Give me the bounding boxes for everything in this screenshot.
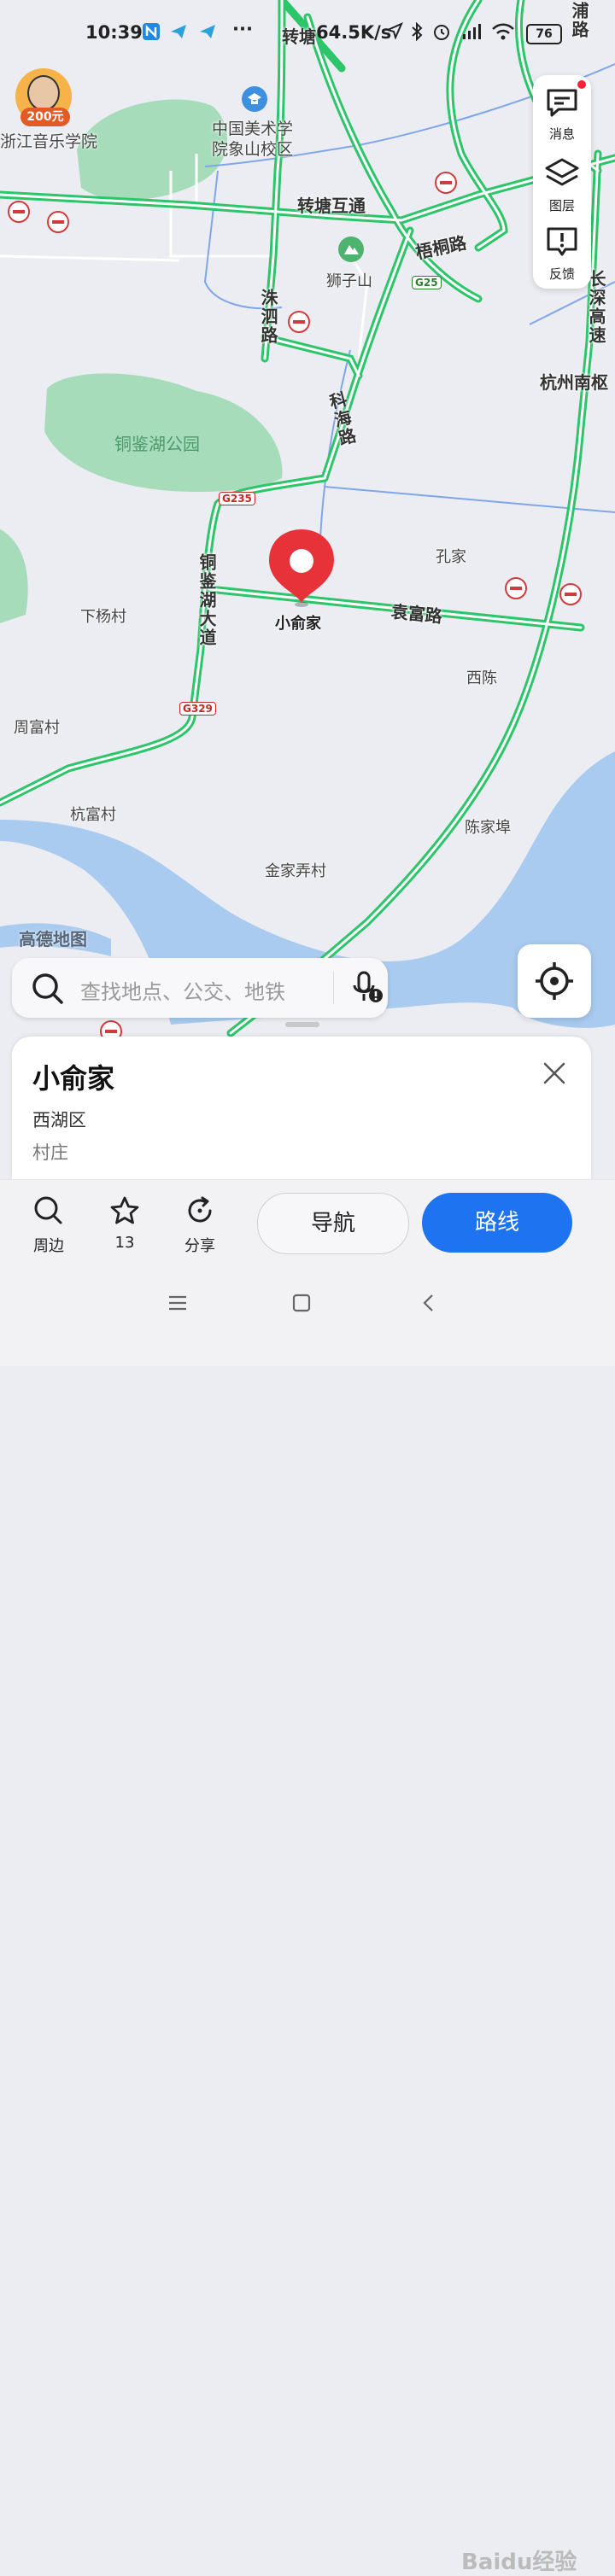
battery-icon: 76: [526, 24, 562, 44]
map-label-jinjianong: 金家弄村: [265, 862, 326, 880]
place-district: 西湖区: [32, 1110, 86, 1130]
favorite-button[interactable]: 13: [95, 1195, 155, 1252]
telegram-icon: [198, 22, 217, 45]
mountain-poi-icon: [338, 237, 364, 262]
star-icon: [95, 1195, 155, 1230]
more-notifications-icon: ···: [232, 19, 253, 39]
layers-label: 图层: [548, 198, 575, 213]
share-icon: [170, 1195, 230, 1230]
shield-g329: G329: [179, 702, 216, 716]
telegram-icon: [169, 22, 188, 45]
home-icon[interactable]: [291, 1293, 312, 1313]
location-arrow-icon: [385, 22, 403, 44]
menu-icon[interactable]: [167, 1293, 188, 1313]
bluetooth-icon: [410, 21, 424, 45]
messages-label: 消息: [548, 126, 575, 142]
amap-logo: 高德地图: [19, 929, 87, 949]
favorite-count: 13: [114, 1234, 135, 1252]
map-label-yuanfu-road: 袁富路: [390, 600, 443, 628]
shield-g25: G25: [412, 276, 442, 289]
park-area: [77, 99, 228, 201]
watermark: Baidu经验: [461, 2550, 577, 2575]
back-icon[interactable]: [419, 1293, 439, 1313]
message-icon: [533, 87, 591, 121]
avatar: [27, 75, 60, 111]
search-bar[interactable]: 查找地点、公交、地铁: [12, 958, 388, 1018]
park-area: [0, 529, 28, 623]
map-label-xiyang: 下杨村: [80, 608, 126, 626]
status-time: 10:39: [85, 22, 143, 43]
divider: [333, 972, 334, 1004]
drag-handle[interactable]: [285, 1022, 319, 1027]
map-label-kongjia: 孔家: [436, 548, 466, 566]
search-icon: [32, 973, 63, 1004]
map-label-park: 铜鉴湖公园: [114, 434, 200, 454]
layers-button[interactable]: 图层: [533, 157, 591, 214]
map-label-xichen: 西陈: [466, 669, 497, 687]
search-icon: [19, 1195, 79, 1230]
shield-g235: G235: [219, 492, 255, 505]
map-label-school: 院象山校区: [212, 140, 294, 159]
map-label-school: 中国美术学: [212, 120, 294, 138]
promo-avatar[interactable]: 200元: [15, 68, 72, 126]
search-input[interactable]: 查找地点、公交、地铁: [80, 975, 285, 1005]
navigate-button[interactable]: 导航: [257, 1193, 409, 1254]
nearby-label: 周边: [33, 1237, 64, 1255]
map-label-interchange: 转塘互通: [297, 196, 366, 216]
feedback-icon: [533, 225, 591, 261]
share-button[interactable]: 分享: [170, 1195, 230, 1256]
route-button[interactable]: 路线: [422, 1193, 572, 1253]
feedback-label: 反馈: [548, 266, 575, 282]
alarm-icon: [432, 22, 451, 45]
crosshair-icon: [536, 962, 573, 1000]
map-label-zhusi-road: 洙泗路: [258, 289, 278, 345]
feedback-button[interactable]: 反馈: [533, 225, 591, 283]
signal-icon: [460, 22, 483, 45]
voice-search-icon[interactable]: [350, 970, 384, 1006]
map-label-tongjian-avenue: 铜鉴湖大道: [196, 553, 217, 647]
pin-label: 小俞家: [275, 615, 321, 633]
map-label-hangfu: 杭富村: [70, 806, 116, 824]
nearby-button[interactable]: 周边: [19, 1195, 79, 1256]
map-label-hangzhou-south: 杭州南枢: [540, 372, 608, 393]
wifi-icon: [490, 22, 516, 45]
network-speed: 64.5K/s: [316, 22, 392, 43]
map-tools-panel: 消息 图层 反馈: [533, 75, 591, 289]
promo-badge: 200元: [20, 108, 70, 126]
messages-button[interactable]: 消息: [533, 87, 591, 143]
status-bar: 10:39 ··· 64.5K/s 76: [0, 19, 615, 53]
map-label-chenjiabu: 陈家埠: [465, 819, 511, 837]
locate-me-button[interactable]: [518, 944, 591, 1018]
map-label-music-school: 浙江音乐学院: [0, 132, 98, 151]
place-category: 村庄: [32, 1142, 68, 1163]
place-name: 小俞家: [32, 1062, 115, 1095]
system-nav-bar: Baidu经验: [0, 1267, 615, 2575]
close-icon[interactable]: [542, 1060, 567, 1086]
app-notification-icon: [142, 22, 161, 45]
share-label: 分享: [184, 1237, 215, 1255]
layers-icon: [533, 157, 591, 193]
school-poi-icon: [242, 86, 267, 112]
map-label-zhoufu: 周富村: [14, 719, 60, 737]
map-label-shizi-mountain: 狮子山: [326, 272, 372, 290]
place-action-bar: 周边 13 分享 导航 路线: [0, 1179, 615, 1268]
